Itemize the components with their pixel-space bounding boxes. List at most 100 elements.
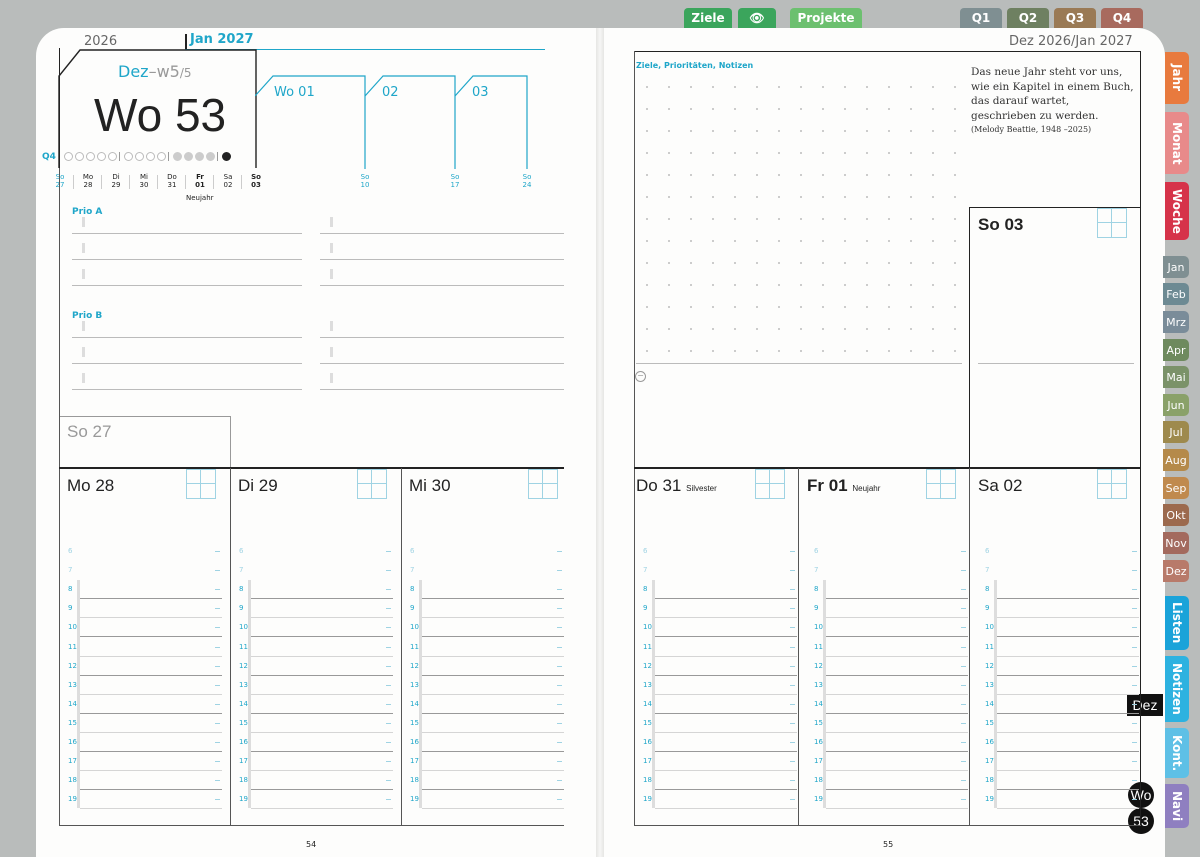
cal-day[interactable]: Mo 28 <box>77 173 99 189</box>
tab-q1[interactable]: Q1 <box>960 8 1002 28</box>
cal-day[interactable]: Sa 02 <box>217 173 239 189</box>
hour-line[interactable] <box>80 617 222 619</box>
hour-line[interactable] <box>251 789 393 791</box>
hour-line[interactable] <box>997 655 1139 657</box>
prio-line[interactable] <box>320 389 564 390</box>
week-dot[interactable] <box>195 152 204 161</box>
hour-line[interactable] <box>997 598 1139 600</box>
cal-week-start[interactable]: So 10 <box>354 173 376 189</box>
tab-woche[interactable]: Woche <box>1165 182 1189 240</box>
hour-line[interactable] <box>251 712 393 714</box>
hour-line[interactable] <box>80 751 222 752</box>
hour-line[interactable] <box>251 693 393 695</box>
week-dot[interactable] <box>206 152 215 161</box>
prio-line[interactable] <box>320 259 564 260</box>
week-link-03[interactable]: 03 <box>472 85 489 100</box>
hour-line[interactable] <box>826 789 968 791</box>
cal-week-start[interactable]: So 24 <box>516 173 538 189</box>
hour-line[interactable] <box>422 808 564 810</box>
week-dot[interactable] <box>184 152 193 161</box>
cal-week-start[interactable]: So 17 <box>444 173 466 189</box>
hour-line[interactable] <box>826 693 968 695</box>
tab-month-7[interactable]: Jul <box>1163 421 1189 443</box>
hour-line[interactable] <box>826 674 968 676</box>
hour-line[interactable] <box>422 655 564 657</box>
cal-day[interactable]: Fr 01 <box>189 173 211 189</box>
hour-line[interactable] <box>997 674 1139 676</box>
hour-line[interactable] <box>997 712 1139 714</box>
week-dot[interactable] <box>64 152 73 161</box>
week-dot[interactable] <box>222 152 231 161</box>
tab-listen[interactable]: Listen <box>1165 596 1189 650</box>
hour-line[interactable] <box>826 770 968 772</box>
tab-q2[interactable]: Q2 <box>1007 8 1049 28</box>
prio-line[interactable] <box>72 259 302 260</box>
week-dot[interactable] <box>173 152 182 161</box>
tab-month-9[interactable]: Sep <box>1163 477 1189 499</box>
tab-month-3[interactable]: Mrz <box>1163 311 1189 333</box>
tab-ziele[interactable]: Ziele <box>684 8 732 28</box>
hour-line[interactable] <box>251 751 393 752</box>
hour-line[interactable] <box>422 751 564 752</box>
minus-icon[interactable]: − <box>635 371 646 382</box>
hour-line[interactable] <box>997 636 1139 638</box>
prio-line[interactable] <box>320 337 564 338</box>
hour-line[interactable] <box>997 693 1139 695</box>
hour-line[interactable] <box>422 598 564 600</box>
hour-line[interactable] <box>826 751 968 752</box>
cal-day[interactable]: So 03 <box>245 173 267 189</box>
hour-line[interactable] <box>655 674 797 676</box>
hour-line[interactable] <box>80 598 222 600</box>
hour-line[interactable] <box>80 770 222 772</box>
hour-line[interactable] <box>997 731 1139 733</box>
hour-line[interactable] <box>422 789 564 791</box>
hour-line[interactable] <box>251 655 393 657</box>
hour-line[interactable] <box>251 731 393 733</box>
prio-line[interactable] <box>72 337 302 338</box>
hour-line[interactable] <box>826 808 968 810</box>
hour-line[interactable] <box>655 751 797 752</box>
hour-line[interactable] <box>422 674 564 676</box>
hour-line[interactable] <box>80 693 222 695</box>
hour-line[interactable] <box>826 731 968 733</box>
hour-line[interactable] <box>80 808 222 810</box>
cal-day[interactable]: Do 31 <box>161 173 183 189</box>
hour-line[interactable] <box>80 712 222 714</box>
hour-line[interactable] <box>826 636 968 638</box>
hour-line[interactable] <box>997 617 1139 619</box>
week-dot[interactable] <box>135 152 144 161</box>
prio-line[interactable] <box>320 363 564 364</box>
tab-month-11[interactable]: Nov <box>1163 532 1189 554</box>
hour-line[interactable] <box>997 808 1139 810</box>
tab-notizen[interactable]: Notizen <box>1165 656 1189 722</box>
prio-line[interactable] <box>72 233 302 234</box>
tab-projekte[interactable]: Projekte <box>790 8 862 28</box>
tab-navi[interactable]: Navi <box>1165 784 1189 828</box>
hour-line[interactable] <box>997 789 1139 791</box>
hour-line[interactable] <box>655 693 797 695</box>
week-dot[interactable] <box>75 152 84 161</box>
week-dot[interactable] <box>157 152 166 161</box>
tab-month-2[interactable]: Feb <box>1163 283 1189 305</box>
hour-line[interactable] <box>826 598 968 600</box>
hour-line[interactable] <box>655 808 797 810</box>
hour-line[interactable] <box>655 770 797 772</box>
hour-line[interactable] <box>655 617 797 619</box>
hour-line[interactable] <box>80 655 222 657</box>
cal-day[interactable]: So27 <box>49 173 71 189</box>
tab-month-5[interactable]: Mai <box>1163 366 1189 388</box>
hour-line[interactable] <box>422 712 564 714</box>
week-dot[interactable] <box>108 152 117 161</box>
hour-line[interactable] <box>422 770 564 772</box>
hour-line[interactable] <box>826 712 968 714</box>
hour-line[interactable] <box>80 636 222 638</box>
prio-line[interactable] <box>72 389 302 390</box>
cal-day[interactable]: Di 29 <box>105 173 127 189</box>
hour-line[interactable] <box>251 674 393 676</box>
week-dot[interactable] <box>146 152 155 161</box>
tab-kontakte[interactable]: Kont. <box>1165 728 1189 778</box>
hour-line[interactable] <box>251 636 393 638</box>
week-link-01[interactable]: Wo 01 <box>274 85 315 100</box>
hour-line[interactable] <box>422 731 564 733</box>
hour-line[interactable] <box>422 617 564 619</box>
